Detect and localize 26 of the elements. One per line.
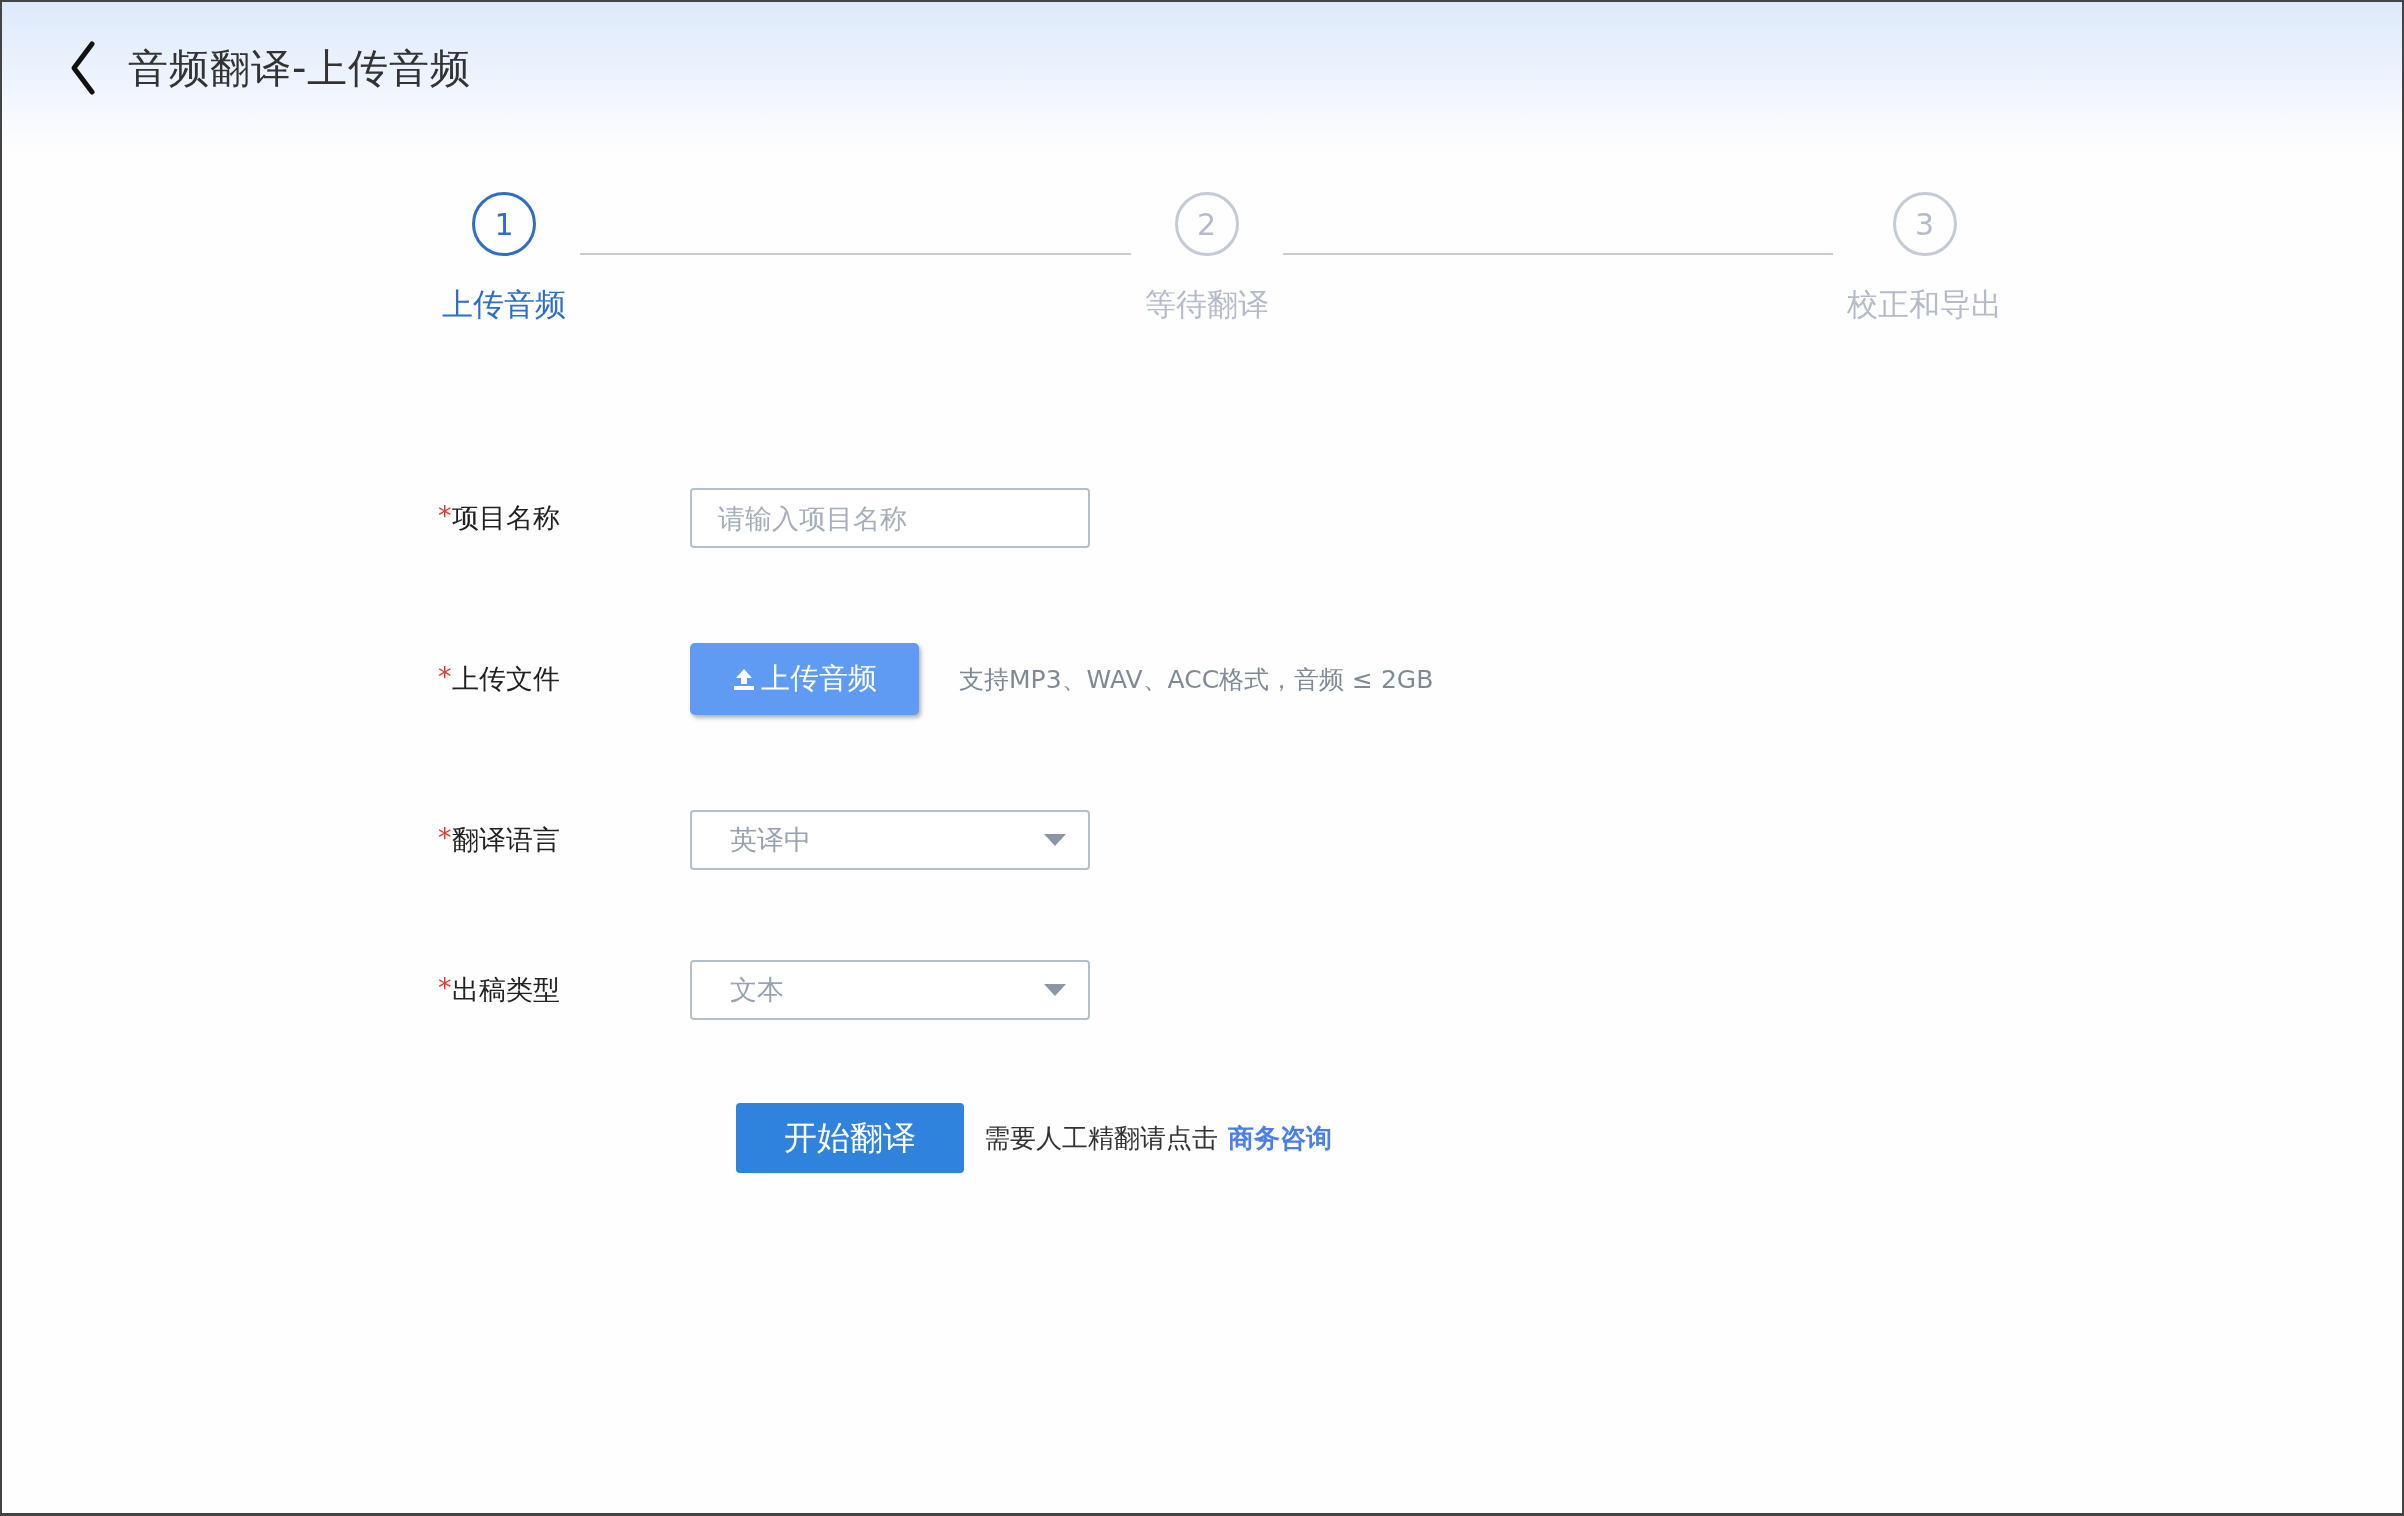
note-text: 需要人工精翻请点击	[984, 1121, 1218, 1155]
text-input-field[interactable]: 请输入项目名称	[690, 488, 1090, 548]
required-mark: *	[438, 500, 452, 533]
step-label[interactable]: 校正和导出	[1847, 284, 2002, 326]
required-mark: *	[438, 822, 452, 855]
field-label: 项目名称	[451, 501, 560, 535]
step-number: 1	[472, 192, 536, 256]
upload-hint: 支持MP3、WAV、ACC格式，音频 ≤ 2GB	[959, 663, 1434, 696]
field-label: 上传文件	[451, 662, 560, 696]
step-label[interactable]: 等待翻译	[1144, 284, 1269, 326]
field-label: 翻译语言	[451, 823, 560, 857]
step-label[interactable]: 上传音频	[442, 284, 566, 326]
dropdown[interactable]: 英译中	[690, 810, 1090, 870]
caret-icon	[1044, 984, 1066, 996]
consult-link[interactable]: 商务咨询	[1228, 1120, 1332, 1156]
dropdown[interactable]: 文本	[690, 960, 1090, 1020]
caret-icon	[1044, 834, 1066, 846]
required-mark: *	[438, 661, 452, 694]
upload-button[interactable]: 上传音频	[690, 643, 919, 715]
page-title: 音频翻译-上传音频	[128, 44, 472, 93]
step-number: 2	[1174, 192, 1239, 256]
step-number: 3	[1892, 192, 1957, 256]
field-label: 出稿类型	[451, 973, 560, 1007]
upload-icon	[732, 668, 755, 690]
start-button[interactable]: 开始翻译	[736, 1103, 964, 1173]
required-mark: *	[438, 972, 452, 1005]
